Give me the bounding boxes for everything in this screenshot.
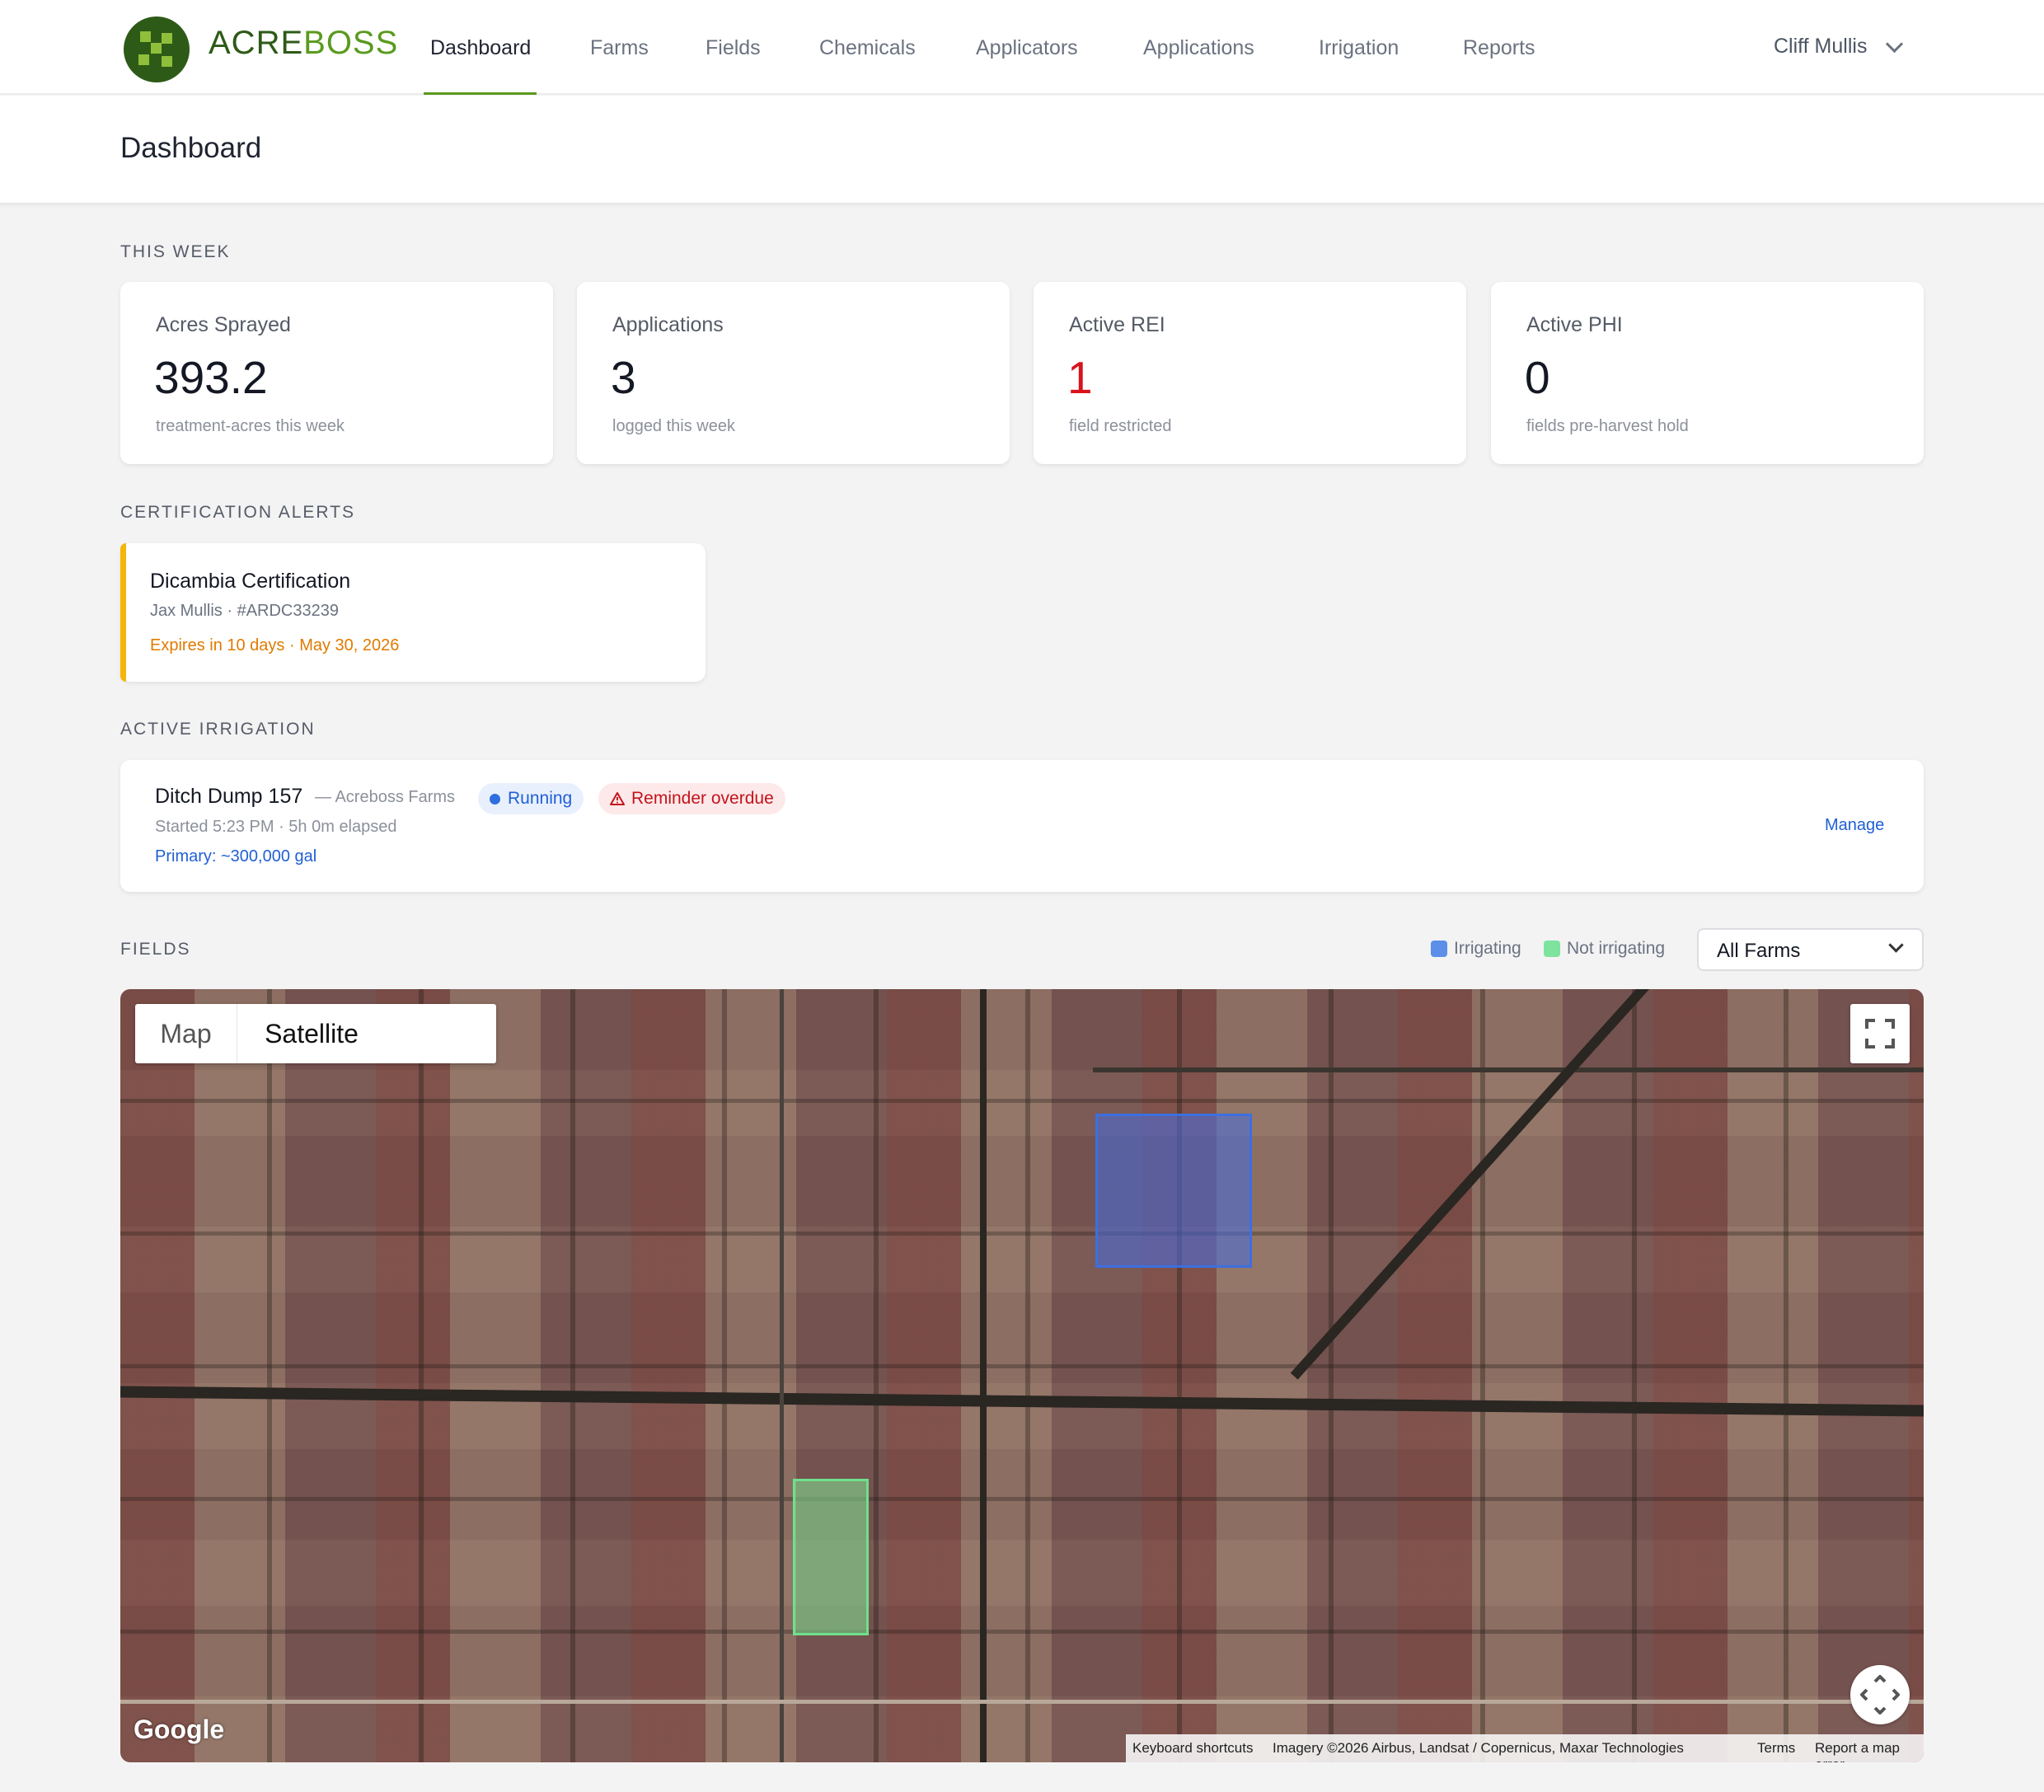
field-polygon-irrigating[interactable] <box>1095 1114 1252 1268</box>
cert-holder: Jax Mullis · #ARDC33239 <box>150 602 339 620</box>
irrigation-started: Started 5:23 PM · 5h 0m elapsed <box>155 818 397 836</box>
terms-link[interactable]: Terms <box>1757 1740 1795 1757</box>
manage-link[interactable]: Manage <box>1825 816 1884 835</box>
brand-name[interactable]: ACREBOSS <box>209 25 398 62</box>
google-logo: Google <box>134 1715 225 1744</box>
irrigation-primary: Primary: ~300,000 gal <box>155 847 317 866</box>
stat-card-active-phi[interactable]: Active PHI 0 fields pre-harvest hold <box>1491 282 1924 464</box>
page-header: Dashboard <box>0 96 2044 204</box>
page-title: Dashboard <box>120 132 262 164</box>
chevron-down-icon[interactable] <box>1885 35 1904 54</box>
user-menu[interactable]: Cliff Mullis <box>1774 35 1867 59</box>
brand-name-part2: BOSS <box>303 25 399 61</box>
status-dot-icon <box>490 794 500 805</box>
acreboss-logo[interactable] <box>124 16 190 82</box>
status-text: Running <box>508 789 573 808</box>
camera-control-button[interactable] <box>1850 1665 1910 1724</box>
report-map-error-link[interactable]: Report a map error <box>1815 1740 1924 1762</box>
warning-triangle-icon <box>610 792 625 805</box>
map-canal-vertical <box>980 989 987 1762</box>
cert-title: Dicambia Certification <box>150 570 351 593</box>
stat-value: 1 <box>1067 352 1093 403</box>
stat-value: 393.2 <box>154 352 268 403</box>
stat-card-acres-sprayed[interactable]: Acres Sprayed 393.2 treatment-acres this… <box>120 282 553 464</box>
stat-value: 3 <box>611 352 636 403</box>
nav-chemicals[interactable]: Chemicals <box>819 36 916 60</box>
irrigation-farm: — Acreboss Farms <box>315 788 456 806</box>
nav-applicators[interactable]: Applicators <box>976 36 1078 60</box>
stat-sub: fields pre-harvest hold <box>1526 417 1689 435</box>
stat-label: Acres Sprayed <box>156 313 291 336</box>
fields-map[interactable]: Map Satellite Google Keyboard shortcuts … <box>120 989 1924 1762</box>
section-label-fields: FIELDS <box>120 940 191 959</box>
stat-label: Applications <box>612 313 724 336</box>
stat-card-active-rei[interactable]: Active REI 1 field restricted <box>1034 282 1466 464</box>
nav-fields[interactable]: Fields <box>706 36 761 60</box>
stat-label: Active REI <box>1069 313 1165 336</box>
nav-active-indicator <box>424 92 537 95</box>
legend-label-irrigating: Irrigating <box>1454 939 1521 958</box>
imagery-credit: Imagery ©2026 Airbus, Landsat / Copernic… <box>1273 1740 1684 1756</box>
map-road-vertical <box>780 989 784 1762</box>
farm-select-value: All Farms <box>1717 940 1801 962</box>
fullscreen-button[interactable] <box>1850 1004 1910 1063</box>
nav-dashboard[interactable]: Dashboard <box>430 36 531 60</box>
warning-text: Reminder overdue <box>631 789 774 808</box>
cert-expiry: Expires in 10 days · May 30, 2026 <box>150 636 400 654</box>
stat-label: Active PHI <box>1526 313 1623 336</box>
nav-applications[interactable]: Applications <box>1143 36 1254 60</box>
map-attribution-bar: Keyboard shortcuts Imagery ©2026 Airbus,… <box>1126 1734 1924 1762</box>
warning-badge: Reminder overdue <box>598 783 785 814</box>
alert-accent-bar <box>120 543 126 682</box>
stat-sub: field restricted <box>1069 417 1172 435</box>
keyboard-shortcuts-link[interactable]: Keyboard shortcuts <box>1132 1740 1253 1757</box>
section-label-cert-alerts: CERTIFICATION ALERTS <box>120 503 356 522</box>
cert-alert-card[interactable]: Dicambia Certification Jax Mullis · #ARD… <box>120 543 706 682</box>
legend-label-not-irrigating: Not irrigating <box>1567 939 1666 958</box>
stat-card-applications[interactable]: Applications 3 logged this week <box>577 282 1010 464</box>
move-arrows-icon <box>1860 1675 1900 1715</box>
field-polygon-not-irrigating[interactable] <box>793 1479 869 1635</box>
section-label-this-week: THIS WEEK <box>120 242 231 261</box>
map-road-south <box>120 1700 1924 1704</box>
status-badge-running: Running <box>478 783 584 814</box>
nav-reports[interactable]: Reports <box>1463 36 1535 60</box>
legend-swatch-not-irrigating <box>1544 941 1560 957</box>
stat-sub: logged this week <box>612 417 735 435</box>
stat-sub: treatment-acres this week <box>156 417 345 435</box>
map-canal-diagonal <box>1290 989 1651 1380</box>
top-nav: ACREBOSS Dashboard Farms Fields Chemical… <box>0 0 2044 95</box>
fullscreen-icon <box>1865 1019 1895 1048</box>
map-canal <box>120 1386 1924 1417</box>
irrigation-name: Ditch Dump 157 <box>155 785 303 808</box>
farm-select[interactable]: All Farms <box>1697 928 1924 971</box>
map-type-overlay <box>135 1004 386 1063</box>
map-road <box>1093 1067 1924 1072</box>
stat-value: 0 <box>1525 352 1550 403</box>
section-label-active-irrigation: ACTIVE IRRIGATION <box>120 720 316 739</box>
legend-swatch-irrigating <box>1431 941 1447 957</box>
brand-name-part1: ACRE <box>209 25 304 61</box>
chevron-down-icon <box>1888 937 1904 953</box>
nav-farms[interactable]: Farms <box>590 36 649 60</box>
nav-irrigation[interactable]: Irrigation <box>1319 36 1399 60</box>
irrigation-card: Ditch Dump 157 — Acreboss Farms Running … <box>120 760 1924 892</box>
